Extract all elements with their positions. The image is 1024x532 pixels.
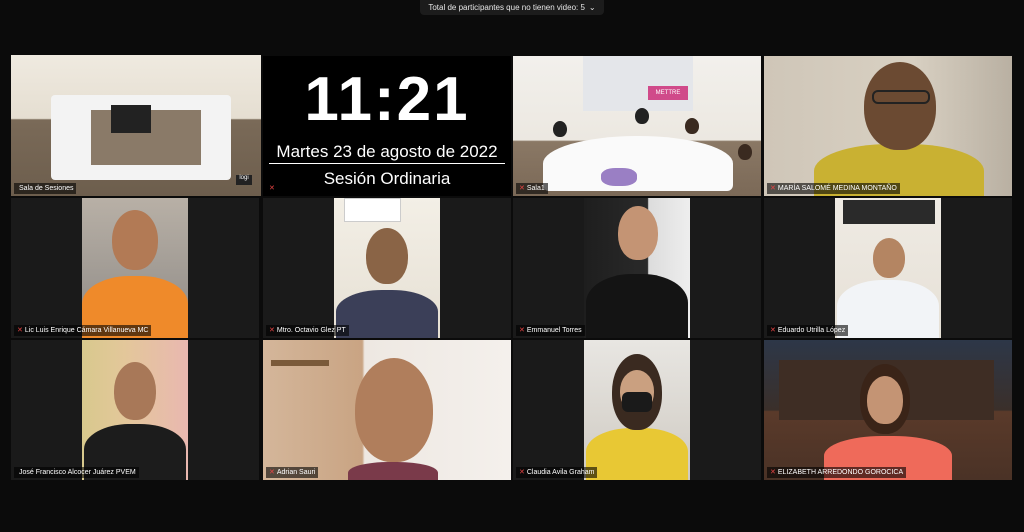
participant-name: José Francisco Alcocer Juárez PVEM [19, 469, 136, 476]
video-tile-octavio[interactable]: ✕ Mtro. Octavio Glez PT [263, 198, 511, 338]
participant-label: ✕ Emmanuel Torres [516, 325, 585, 336]
clock-date: Martes 23 de agosto de 2022 [276, 142, 498, 161]
video-tile-jose-francisco[interactable]: José Francisco Alcocer Juárez PVEM [11, 340, 259, 480]
participant-label: ✕ Sala1 [516, 183, 548, 194]
video-tile-sala1[interactable]: METTRE ✕ Sala1 [513, 56, 761, 196]
muted-mic-icon: ✕ [269, 327, 275, 334]
muted-mic-icon: ✕ [519, 469, 525, 476]
video-tile-sala-de-sesiones[interactable]: logi Sala de Sesiones [11, 55, 261, 196]
session-title: Sesión Ordinaria [323, 169, 451, 188]
participant-name: Lic Luis Enrique Cámara Villanueva MC [24, 327, 149, 334]
participant-label: José Francisco Alcocer Juárez PVEM [14, 467, 139, 478]
video-tile-claudia[interactable]: ✕ Claudia Avila Graham [513, 340, 761, 480]
room-video: logi [11, 55, 261, 196]
logi-logo: logi [236, 175, 252, 185]
participant-label: ✕ Claudia Avila Graham [516, 467, 598, 478]
clock-time: 11:21 [304, 65, 470, 134]
participant-video [584, 340, 690, 480]
participant-label: ✕ Eduardo Utrilla López [767, 325, 849, 336]
participant-label: ✕ Adrian Sauri [266, 467, 319, 478]
video-tile-maria-salome[interactable]: ✕ MARÍA SALOMÉ MEDINA MONTAÑO [764, 56, 1012, 196]
participant-label: ✕ MARÍA SALOMÉ MEDINA MONTAÑO [767, 183, 900, 194]
top-bar: Total de participantes que no tienen vid… [0, 0, 1024, 16]
participant-video [764, 56, 1012, 196]
participant-label: ✕ [266, 183, 280, 194]
muted-mic-icon: ✕ [770, 469, 776, 476]
participant-name: Sala de Sesiones [19, 185, 74, 192]
banner-text: METTRE [648, 86, 688, 100]
video-tile-luis-enrique[interactable]: ✕ Lic Luis Enrique Cámara Villanueva MC [11, 198, 259, 338]
participant-name: MARÍA SALOMÉ MEDINA MONTAÑO [777, 185, 897, 192]
video-tile-emmanuel[interactable]: ✕ Emmanuel Torres [513, 198, 761, 338]
divider [269, 163, 505, 164]
participant-label: Sala de Sesiones [14, 183, 77, 194]
video-tile-eduardo[interactable]: ✕ Eduardo Utrilla López [764, 198, 1012, 338]
participant-name: Emmanuel Torres [526, 327, 582, 334]
participant-video [263, 340, 511, 480]
participant-label: ✕ ELIZABETH ARREDONDO GOROCICA [767, 467, 907, 478]
participant-name: Sala1 [526, 185, 545, 192]
video-tile-clock[interactable]: 11:21 Martes 23 de agosto de 2022 Sesión… [263, 56, 511, 196]
video-tile-elizabeth[interactable]: ✕ ELIZABETH ARREDONDO GOROCICA [764, 340, 1012, 480]
muted-mic-icon: ✕ [269, 185, 275, 192]
participants-without-video-dropdown[interactable]: Total de participantes que no tienen vid… [420, 0, 604, 15]
muted-mic-icon: ✕ [519, 185, 525, 192]
participant-video [334, 198, 440, 338]
video-tile-adrian[interactable]: ✕ Adrian Sauri [263, 340, 511, 480]
participant-video [82, 340, 188, 480]
participant-video [82, 198, 188, 338]
muted-mic-icon: ✕ [17, 327, 23, 334]
participant-name: Adrian Sauri [276, 469, 316, 476]
participant-label: ✕ Mtro. Octavio Glez PT [266, 325, 349, 336]
participant-name: Mtro. Octavio Glez PT [276, 327, 346, 334]
muted-mic-icon: ✕ [770, 327, 776, 334]
muted-mic-icon: ✕ [519, 327, 525, 334]
muted-mic-icon: ✕ [770, 185, 776, 192]
participant-name: Eduardo Utrilla López [777, 327, 846, 334]
participant-name: Claudia Avila Graham [526, 469, 595, 476]
participants-without-video-text: Total de participantes que no tienen vid… [428, 3, 585, 12]
participant-video [764, 340, 1012, 480]
participant-label: ✕ Lic Luis Enrique Cámara Villanueva MC [14, 325, 152, 336]
chevron-down-icon: ⌄ [588, 3, 596, 12]
room-video: METTRE [513, 56, 761, 196]
muted-mic-icon: ✕ [269, 469, 275, 476]
participant-video [584, 198, 690, 338]
participant-video [835, 198, 941, 338]
participant-name: ELIZABETH ARREDONDO GOROCICA [777, 469, 904, 476]
